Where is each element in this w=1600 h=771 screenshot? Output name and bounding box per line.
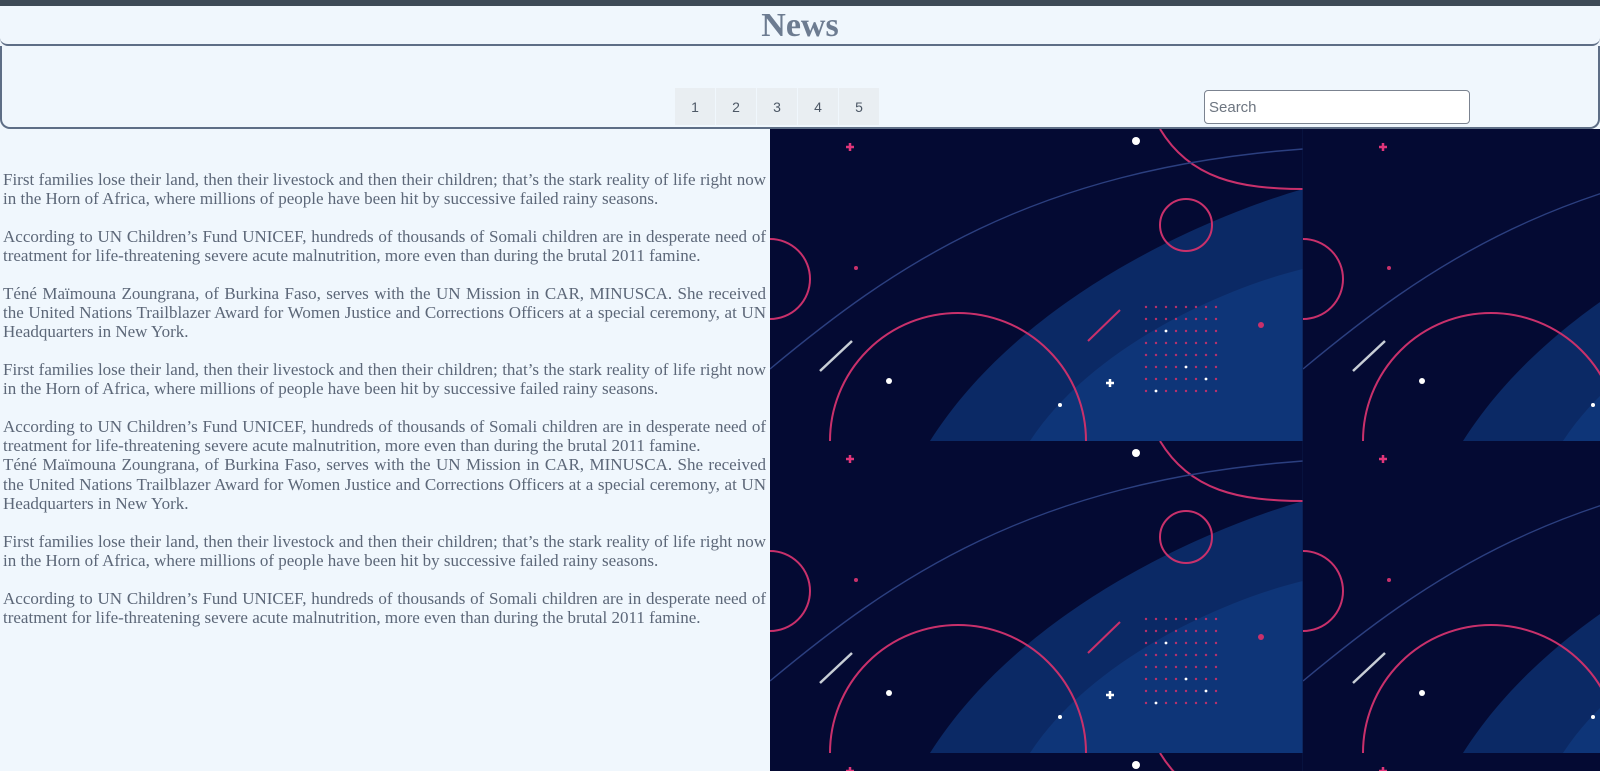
page-button-1[interactable]: 1 xyxy=(675,88,715,125)
page-button-3[interactable]: 3 xyxy=(757,88,797,125)
decorative-background-image xyxy=(770,129,1600,771)
article-paragraph: Téné Maïmouna Zoungrana, of Burkina Faso… xyxy=(3,455,766,514)
article-paragraph: According to UN Children’s Fund UNICEF, … xyxy=(3,588,766,627)
article-list: First families lose their land, then the… xyxy=(3,170,766,645)
article-paragraph: Téné Maïmouna Zoungrana, of Burkina Faso… xyxy=(3,283,766,342)
article-paragraph: First families lose their land, then the… xyxy=(3,359,766,399)
article-paragraph: According to UN Children’s Fund UNICEF, … xyxy=(3,416,766,456)
page-header: News xyxy=(0,6,1600,46)
navigation-bar: 1 2 3 4 5 xyxy=(0,46,1600,129)
page-button-4[interactable]: 4 xyxy=(798,88,838,125)
page-button-5[interactable]: 5 xyxy=(839,88,879,125)
article-paragraph: According to UN Children’s Fund UNICEF, … xyxy=(3,226,766,266)
page-button-2[interactable]: 2 xyxy=(716,88,756,125)
search-input[interactable] xyxy=(1204,90,1470,124)
article-paragraph: First families lose their land, then the… xyxy=(3,170,766,209)
page-title: News xyxy=(761,7,839,44)
article-paragraph: First families lose their land, then the… xyxy=(3,531,766,571)
pagination: 1 2 3 4 5 xyxy=(675,88,880,125)
